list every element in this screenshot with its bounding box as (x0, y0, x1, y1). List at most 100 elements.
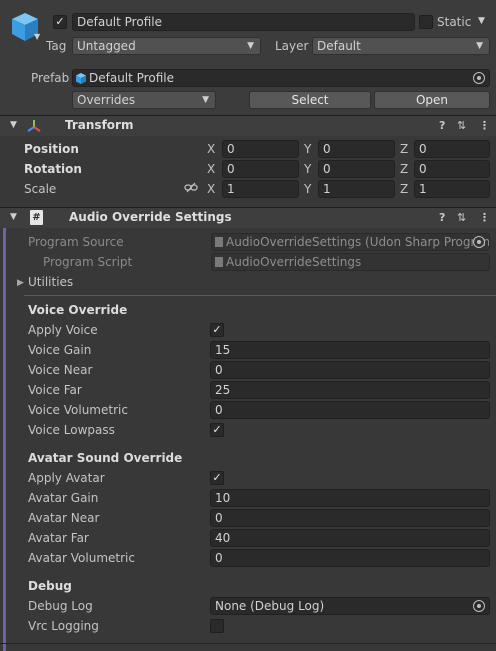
position-label: Position (24, 142, 79, 156)
rotation-x-field[interactable]: 0 (222, 160, 299, 178)
z-axis-label[interactable]: Z (400, 180, 408, 198)
position-y-field[interactable]: 0 (318, 140, 395, 158)
debug-heading: Debug (28, 579, 72, 593)
check-icon: ✓ (212, 323, 222, 336)
prefab-value: Default Profile (89, 71, 174, 85)
voice-volumetric-label: Voice Volumetric (28, 403, 128, 417)
static-label: Static (437, 15, 472, 29)
foldout-arrow-icon[interactable]: ▶ (17, 278, 24, 288)
prefab-label: Prefab (31, 71, 70, 85)
program-script-field: AudioOverrideSettings (211, 253, 490, 271)
vrc-logging-label: Vrc Logging (28, 619, 99, 633)
avatar-gain-field[interactable]: 10 (210, 489, 490, 507)
presets-icon[interactable]: ⇅ (457, 119, 466, 132)
select-button[interactable]: Select (249, 91, 371, 109)
avatar-volumetric-label: Avatar Volumetric (28, 551, 135, 565)
object-picker-icon[interactable] (473, 600, 485, 612)
x-axis-label[interactable]: X (207, 160, 215, 178)
transform-title: Transform (65, 118, 134, 132)
voice-far-label: Voice Far (28, 383, 82, 397)
script-hash-icon: # (30, 210, 43, 225)
z-axis-label[interactable]: Z (400, 140, 408, 158)
avatar-volumetric-field[interactable]: 0 (210, 549, 490, 567)
gameobject-cube-icon[interactable]: ▼ (8, 10, 42, 44)
udon-accent-bar (3, 228, 6, 651)
context-menu-icon[interactable]: ⋮ (479, 119, 490, 132)
presets-icon[interactable]: ⇅ (457, 211, 466, 224)
program-source-label: Program Source (28, 235, 124, 249)
rotation-z-field[interactable]: 0 (414, 160, 490, 178)
section-divider (24, 295, 496, 296)
avatar-sound-override-heading: Avatar Sound Override (28, 451, 183, 465)
asset-file-icon (215, 257, 223, 267)
tag-dropdown[interactable]: Untagged ▼ (72, 37, 261, 55)
debug-log-field[interactable]: None (Debug Log) (210, 597, 490, 615)
prefab-field[interactable]: Default Profile (72, 69, 490, 87)
x-axis-label[interactable]: X (207, 140, 215, 158)
y-axis-label[interactable]: Y (304, 180, 311, 198)
avatar-gain-label: Avatar Gain (28, 491, 99, 505)
scale-z-field[interactable]: 1 (414, 180, 490, 198)
y-axis-label[interactable]: Y (304, 160, 311, 178)
apply-voice-checkbox[interactable]: ✓ (210, 323, 224, 337)
constrain-proportions-link-icon[interactable] (184, 182, 198, 194)
static-dropdown-arrow-icon[interactable]: ▼ (478, 16, 485, 26)
overrides-value: Overrides (77, 93, 136, 107)
position-z-field[interactable]: 0 (414, 140, 490, 158)
voice-lowpass-checkbox[interactable]: ✓ (210, 423, 224, 437)
transform-header[interactable]: ▼ Transform ? ⇅ ⋮ (0, 115, 496, 136)
static-checkbox[interactable] (419, 15, 433, 29)
position-x-field[interactable]: 0 (222, 140, 299, 158)
voice-volumetric-field[interactable]: 0 (210, 401, 490, 419)
voice-gain-field[interactable]: 15 (210, 341, 490, 359)
program-source-field: AudioOverrideSettings (Udon Sharp Progra… (211, 233, 490, 251)
apply-avatar-label: Apply Avatar (28, 471, 105, 485)
chevron-down-icon: ▼ (247, 41, 254, 51)
help-icon[interactable]: ? (439, 211, 445, 224)
z-axis-label[interactable]: Z (400, 160, 408, 178)
prefab-cube-icon (76, 72, 86, 84)
bottom-divider (0, 643, 496, 644)
rotation-y-field[interactable]: 0 (318, 160, 395, 178)
foldout-arrow-icon[interactable]: ▼ (10, 212, 17, 222)
object-picker-icon[interactable] (473, 72, 485, 84)
audio-override-title: Audio Override Settings (69, 210, 232, 224)
gameobject-name-field[interactable]: Default Profile (72, 13, 415, 31)
transform-axes-icon (27, 119, 41, 133)
scale-y-field[interactable]: 1 (318, 180, 395, 198)
layer-dropdown[interactable]: Default ▼ (312, 37, 490, 55)
layer-value: Default (317, 39, 361, 53)
object-picker-icon (473, 236, 485, 248)
program-source-value: AudioOverrideSettings (Udon Sharp Progra… (226, 235, 490, 249)
avatar-far-field[interactable]: 40 (210, 529, 490, 547)
voice-near-field[interactable]: 0 (210, 361, 490, 379)
utilities-foldout[interactable]: Utilities (28, 273, 73, 291)
voice-gain-label: Voice Gain (28, 343, 92, 357)
voice-far-field[interactable]: 25 (210, 381, 490, 399)
y-axis-label[interactable]: Y (304, 140, 311, 158)
scale-x-field[interactable]: 1 (222, 180, 299, 198)
scale-label: Scale (24, 182, 57, 196)
avatar-near-field[interactable]: 0 (210, 509, 490, 527)
avatar-near-label: Avatar Near (28, 511, 100, 525)
audio-override-header[interactable]: ▼ # Audio Override Settings ? ⇅ ⋮ (0, 207, 496, 228)
tag-label: Tag (46, 39, 67, 53)
active-checkbox[interactable]: ✓ (53, 15, 67, 29)
apply-avatar-checkbox[interactable]: ✓ (210, 471, 224, 485)
vrc-logging-checkbox[interactable] (210, 619, 224, 633)
debug-log-label: Debug Log (28, 599, 93, 613)
open-button[interactable]: Open (374, 91, 490, 109)
x-axis-label[interactable]: X (207, 180, 215, 198)
debug-log-value: None (Debug Log) (215, 599, 325, 613)
chevron-down-icon: ▼ (476, 41, 483, 51)
avatar-far-label: Avatar Far (28, 531, 89, 545)
voice-near-label: Voice Near (28, 363, 93, 377)
overrides-dropdown[interactable]: Overrides ▼ (72, 91, 216, 109)
context-menu-icon[interactable]: ⋮ (479, 211, 490, 224)
asset-file-icon (215, 237, 223, 247)
voice-lowpass-label: Voice Lowpass (28, 423, 115, 437)
foldout-arrow-icon[interactable]: ▼ (10, 120, 17, 130)
help-icon[interactable]: ? (439, 119, 445, 132)
check-icon: ✓ (55, 15, 65, 28)
tag-value: Untagged (77, 39, 136, 53)
